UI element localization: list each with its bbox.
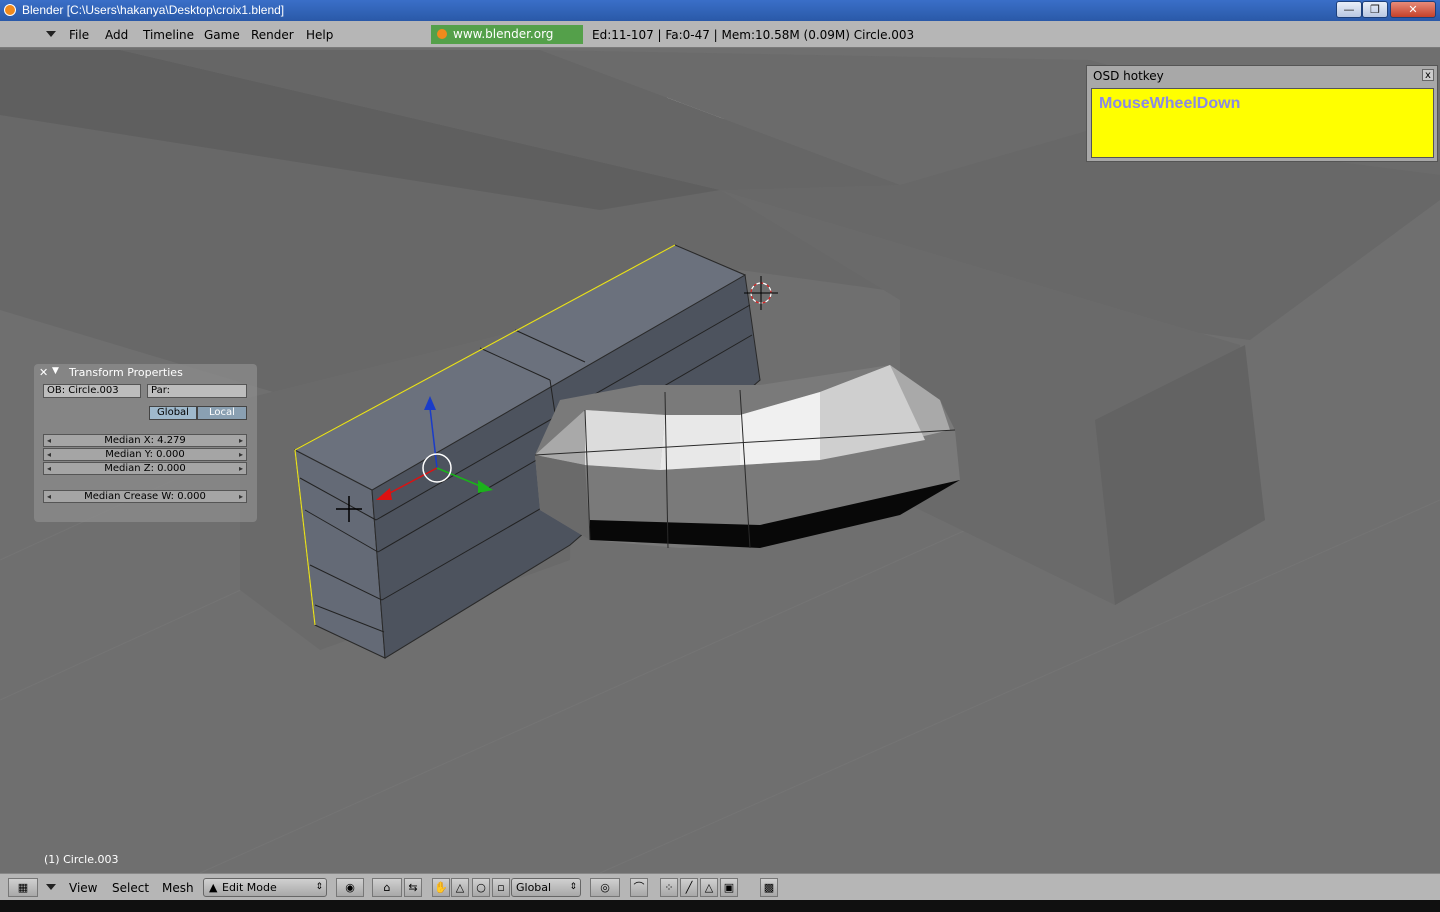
median-x-value: Median X: 4.279 (104, 435, 186, 446)
mode-selector-arrow-icon: ⇕ (315, 882, 323, 892)
editor-type-icon[interactable]: ▦ (8, 878, 38, 897)
menu-mesh[interactable]: Mesh (162, 881, 194, 895)
osd-panel-title: OSD hotkey (1093, 69, 1164, 83)
transform-panel-header[interactable]: ✕ ▼ Transform Properties (34, 364, 257, 380)
window-titlebar: Blender [C:\Users\hakanya\Desktop\croix1… (0, 0, 1440, 21)
close-panel-icon[interactable]: ✕ (39, 366, 48, 379)
3d-view-header: ▦ View Select Mesh ▲ Edit Mode ⇕ ◉ ⌂ ⇆ ✋… (0, 873, 1440, 900)
blender-logo-icon (437, 29, 447, 39)
occlude-geometry-icon[interactable]: ▣ (720, 878, 738, 897)
blender-website-link[interactable]: www.blender.org 249.2 (431, 25, 583, 60)
pivot-point-icon[interactable]: ⌂ (372, 878, 402, 897)
mode-selector[interactable]: ▲ Edit Mode ⇕ (203, 878, 327, 897)
proportional-edit-icon[interactable]: ◎ (590, 878, 620, 897)
menu-help[interactable]: Help (306, 28, 333, 42)
collapse-panel-icon[interactable]: ▼ (52, 366, 59, 376)
global-toggle-button[interactable]: Global (149, 406, 197, 420)
object-name-field[interactable]: OB: Circle.003 (43, 384, 141, 398)
orientation-selector-value: Global (516, 881, 552, 894)
vertex-select-icon[interactable]: ⁘ (660, 878, 678, 897)
active-object-label: (1) Circle.003 (44, 853, 119, 866)
info-header: File Add Timeline Game Render Help www.b… (0, 21, 1440, 60)
menu-render[interactable]: Render (251, 28, 294, 42)
median-y-field[interactable]: ◂ Median Y: 0.000 ▸ (43, 448, 247, 461)
menu-game[interactable]: Game (204, 28, 240, 42)
local-toggle-button[interactable]: Local (197, 406, 247, 420)
blender-logo-icon (4, 4, 16, 16)
median-z-value: Median Z: 0.000 (104, 463, 186, 474)
minimize-button[interactable]: — (1336, 1, 1362, 18)
osd-hotkey-text: MouseWheelDown (1099, 95, 1241, 112)
median-crease-field[interactable]: ◂ Median Crease W: 0.000 ▸ (43, 490, 247, 503)
edge-select-icon[interactable]: ╱ (680, 878, 698, 897)
header-collapse-icon[interactable] (46, 884, 56, 890)
median-x-field[interactable]: ◂ Median X: 4.279 ▸ (43, 434, 247, 447)
header-collapse-icon[interactable] (46, 31, 56, 37)
menu-file[interactable]: File (69, 28, 89, 42)
window-title: Blender [C:\Users\hakanya\Desktop\croix1… (22, 3, 285, 17)
scale-manipulator-icon[interactable]: ▫ (492, 878, 510, 897)
face-select-icon[interactable]: △ (700, 878, 718, 897)
snap-icon[interactable]: ⌒ (630, 878, 648, 897)
orientation-selector[interactable]: Global ⇕ (511, 878, 581, 897)
menu-select[interactable]: Select (112, 881, 149, 895)
mode-selector-value: Edit Mode (222, 881, 277, 894)
osd-close-button[interactable]: x (1422, 69, 1434, 81)
median-y-value: Median Y: 0.000 (105, 449, 185, 460)
menu-add[interactable]: Add (105, 28, 128, 42)
parent-field[interactable]: Par: (147, 384, 247, 398)
transform-panel-title: Transform Properties (69, 366, 183, 379)
hand-manipulator-icon[interactable]: ✋ (432, 878, 450, 897)
median-z-field[interactable]: ◂ Median Z: 0.000 ▸ (43, 462, 247, 475)
close-window-button[interactable]: ✕ (1390, 1, 1436, 18)
menu-view[interactable]: View (69, 881, 97, 895)
rotate-manipulator-icon[interactable]: ○ (472, 878, 490, 897)
manipulator-toggle-icon[interactable]: ⇆ (404, 878, 422, 897)
translate-manipulator-icon[interactable]: △ (451, 878, 469, 897)
transform-properties-panel: ✕ ▼ Transform Properties OB: Circle.003 … (34, 364, 257, 522)
render-preview-icon[interactable]: ▩ (760, 878, 778, 897)
orientation-selector-arrow-icon: ⇕ (569, 882, 577, 892)
edit-mode-icon: ▲ (209, 881, 218, 894)
draw-type-icon[interactable]: ◉ (336, 878, 364, 897)
status-strip (0, 900, 1440, 912)
osd-hotkey-panel: OSD hotkey x MouseWheelDown (1086, 65, 1438, 162)
osd-hotkey-display: MouseWheelDown (1091, 88, 1434, 158)
maximize-button[interactable]: ❐ (1362, 1, 1388, 18)
median-crease-value: Median Crease W: 0.000 (84, 491, 206, 502)
menu-timeline[interactable]: Timeline (143, 28, 194, 42)
scene-stats: Ed:11-107 | Fa:0-47 | Mem:10.58M (0.09M)… (592, 28, 915, 42)
